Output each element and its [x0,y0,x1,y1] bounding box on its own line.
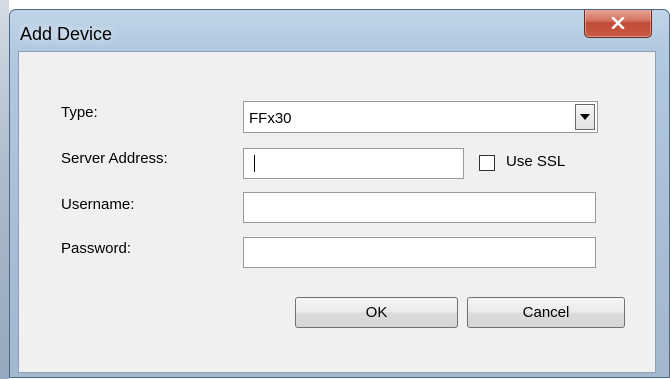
desktop: Add Device Type: FFx30 Server Address: U… [0,0,670,379]
dialog-title: Add Device [20,24,113,44]
type-label: Type: [61,104,98,121]
username-input[interactable] [243,192,596,223]
use-ssl-checkbox[interactable] [479,155,495,171]
add-device-dialog: Add Device Type: FFx30 Server Address: U… [9,9,670,378]
type-select[interactable]: FFx30 [243,101,598,133]
server-address-label: Server Address: [61,150,168,167]
close-button[interactable] [584,10,652,38]
cancel-button[interactable]: Cancel [467,297,625,328]
password-input[interactable] [243,237,596,268]
close-icon [611,17,625,29]
password-label: Password: [61,240,132,257]
text-cursor [254,155,255,172]
dialog-client-area: Type: FFx30 Server Address: Use SSL User… [18,51,656,373]
background-window-edge [0,0,9,379]
type-select-value: FFx30 [249,110,292,127]
username-label: Username: [61,196,135,213]
type-dropdown-button[interactable] [575,104,595,130]
ok-button[interactable]: OK [295,297,458,328]
use-ssl-label: Use SSL [506,153,566,170]
server-address-input[interactable] [243,148,464,179]
chevron-down-icon [580,114,590,120]
